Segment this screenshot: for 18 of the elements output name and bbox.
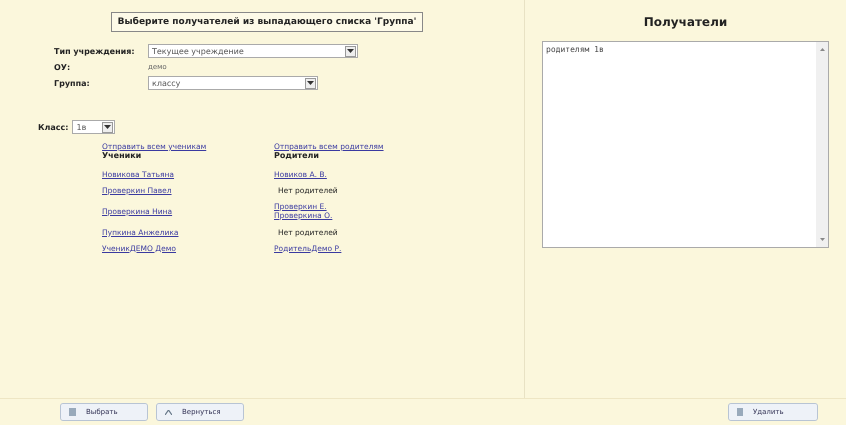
dropdown-icon <box>305 78 316 88</box>
field-label: Группа: <box>54 78 91 88</box>
field-label: ОУ: <box>54 62 72 72</box>
recipients-textarea[interactable]: родителям 1в <box>542 41 829 248</box>
dropdown-field[interactable]: Текущее учреждение <box>148 44 358 58</box>
scrollbar[interactable] <box>816 42 828 247</box>
recipients-title: Получатели <box>644 15 728 29</box>
instruction-heading: Выберите получателей из выпадающего списка 'Группа' <box>110 12 424 32</box>
combo-field[interactable]: классу <box>148 76 318 90</box>
dropdown-icon <box>345 46 356 56</box>
column-header: Ученики <box>102 151 142 160</box>
scroll-up-icon[interactable] <box>820 48 824 51</box>
class-dropdown[interactable]: 1в <box>72 120 116 134</box>
class-label: Класс: <box>38 122 68 132</box>
scroll-down-icon[interactable] <box>820 238 824 241</box>
column-header: Родители <box>274 151 319 160</box>
dropdown-icon <box>102 122 114 132</box>
field-label: Тип учреждения: <box>54 46 136 56</box>
